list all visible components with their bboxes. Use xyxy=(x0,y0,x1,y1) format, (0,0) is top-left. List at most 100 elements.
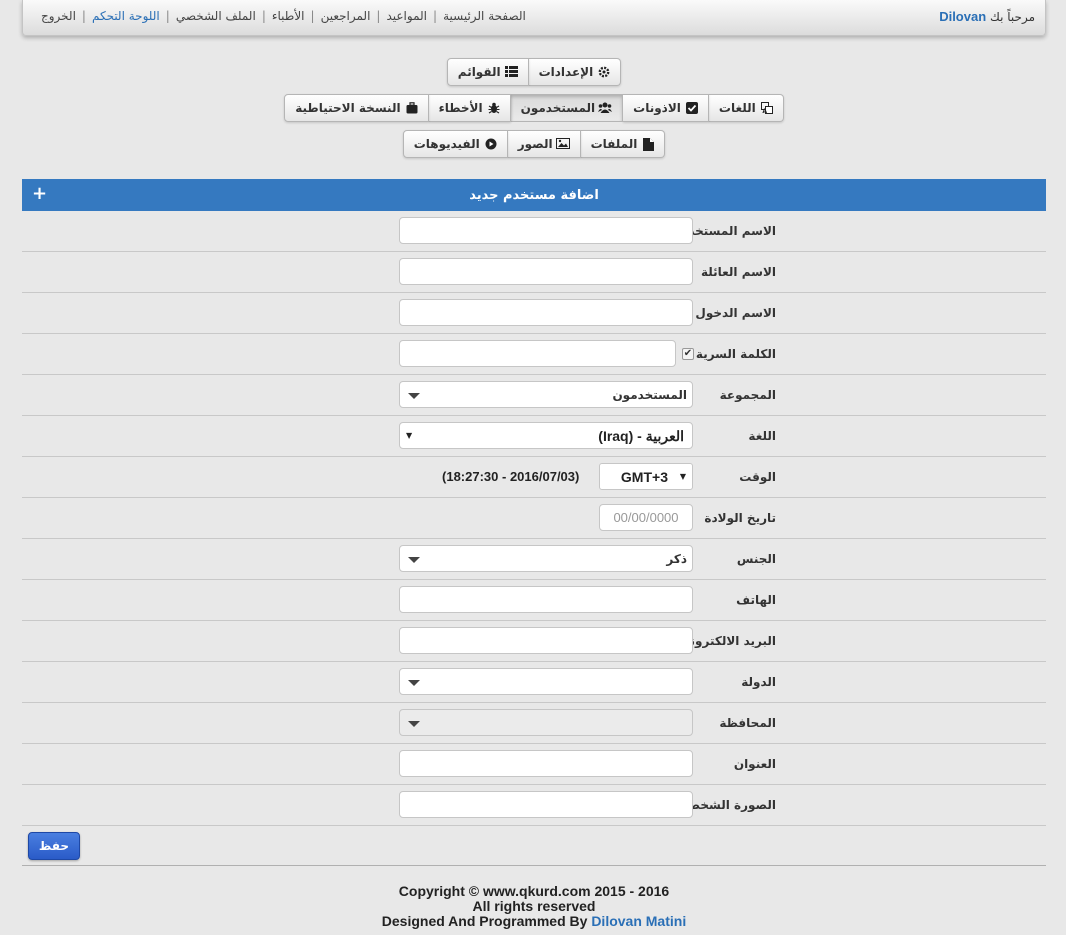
tab-videos-label: الفيديوهات xyxy=(413,137,480,151)
check-square-icon xyxy=(685,102,698,114)
tab-videos[interactable]: الفيديوهات xyxy=(402,130,508,158)
address-input[interactable] xyxy=(399,750,693,777)
gender-select[interactable]: ذكر xyxy=(399,545,693,572)
first-name-input[interactable] xyxy=(399,217,693,244)
tab-users[interactable]: المستخدمون xyxy=(510,94,624,122)
play-circle-icon xyxy=(485,138,497,150)
tab-row-3: الملفات الصور الفيديوهات xyxy=(22,130,1046,158)
row-address: العنوان xyxy=(22,744,1046,785)
nav-home[interactable]: الصفحة الرئيسية xyxy=(437,9,532,23)
tab-settings[interactable]: الإعدادات xyxy=(528,58,622,86)
email-label: البريد الالكتروني xyxy=(678,634,776,648)
caret-down-icon: ▼ xyxy=(679,472,686,481)
first-name-label: الاسم المستخدم xyxy=(679,224,776,238)
login-name-input[interactable] xyxy=(399,299,693,326)
tab-permissions[interactable]: الاذونات xyxy=(623,94,709,122)
file-icon xyxy=(642,138,654,151)
birthdate-label: تاريخ الولادة xyxy=(704,511,776,525)
tab-lists[interactable]: القوائم xyxy=(446,58,529,86)
users-icon xyxy=(598,102,613,114)
nav-control-panel[interactable]: اللوحة التحكم xyxy=(86,9,166,23)
tab-row-1: الإعدادات القوائم xyxy=(22,58,1046,86)
row-phone: الهاتف xyxy=(22,580,1046,621)
caret-down-icon xyxy=(408,557,420,563)
row-photo: الصورة الشخصية xyxy=(22,785,1046,826)
password-input[interactable] xyxy=(399,340,676,367)
tab-backup[interactable]: النسخة الاحتياطية xyxy=(284,94,429,122)
caret-down-icon xyxy=(408,721,420,727)
username-link[interactable]: Dilovan xyxy=(939,9,986,24)
row-country: الدولة xyxy=(22,662,1046,703)
row-login-name: الاسم الدخول xyxy=(22,293,1046,334)
tab-languages[interactable]: A اللغات xyxy=(708,94,784,122)
tab-errors[interactable]: الأخطاء xyxy=(428,94,511,122)
list-icon xyxy=(504,66,518,78)
nav-doctors[interactable]: الأطباء xyxy=(266,9,311,23)
nav-links: الصفحة الرئيسية | المواعيد | المراجعين |… xyxy=(35,9,532,23)
group-select-value: المستخدمون xyxy=(612,388,687,402)
gender-label: الجنس xyxy=(736,552,776,566)
rights-text: All rights reserved xyxy=(472,898,596,914)
tab-permissions-label: الاذونات xyxy=(633,101,681,115)
nav-separator: | xyxy=(433,9,438,23)
group-select[interactable]: المستخدمون xyxy=(399,381,693,408)
row-email: البريد الالكتروني xyxy=(22,621,1046,662)
password-label: الكلمة السرية xyxy=(695,347,776,361)
nav-appointments[interactable]: المواعيد xyxy=(380,9,433,23)
row-birthdate: تاريخ الولادة 00/00/0000 xyxy=(22,498,1046,539)
add-user-panel: اضافة مستخدم جديد + الاسم المستخدم الاسم… xyxy=(22,179,1046,866)
welcome-text: مرحباً بك Dilovan xyxy=(939,9,1035,24)
caret-down-icon: ▼ xyxy=(406,431,413,440)
plus-icon[interactable]: + xyxy=(32,185,47,203)
tab-group-1: الإعدادات القوائم xyxy=(446,58,622,86)
country-select[interactable] xyxy=(399,668,693,695)
login-name-label: الاسم الدخول xyxy=(695,306,776,320)
caret-down-icon xyxy=(408,393,420,399)
tab-lists-label: القوائم xyxy=(457,65,501,79)
nav-patients[interactable]: المراجعين xyxy=(315,9,377,23)
nav-separator: | xyxy=(81,9,86,23)
language-label: اللغة xyxy=(748,429,776,443)
row-province: المحافظة xyxy=(22,703,1046,744)
svg-text:A: A xyxy=(762,108,767,114)
province-select[interactable] xyxy=(399,709,693,736)
caret-down-icon xyxy=(408,680,420,686)
author-link[interactable]: Dilovan Matini xyxy=(591,913,686,929)
birthdate-input[interactable]: 00/00/0000 xyxy=(599,504,693,531)
nav-profile[interactable]: الملف الشخصي xyxy=(170,9,262,23)
timezone-value: GMT+3 xyxy=(620,469,668,485)
tab-backup-label: النسخة الاحتياطية xyxy=(295,101,401,115)
row-time: الوقت GMT+3 ▼ (2016/07/03 - 18:27:30) xyxy=(22,457,1046,498)
save-button[interactable]: حفظ xyxy=(28,832,80,860)
language-select[interactable]: العربية - (Iraq) ▼ xyxy=(399,422,693,449)
welcome-prefix: مرحباً بك xyxy=(989,10,1035,24)
footer: Copyright © www.qkurd.com 2015 - 2016 Al… xyxy=(22,884,1046,929)
group-label: المجموعة xyxy=(719,388,776,402)
tab-files[interactable]: الملفات xyxy=(580,130,666,158)
time-label: الوقت xyxy=(739,470,776,484)
nav-logout[interactable]: الخروج xyxy=(35,9,82,23)
show-password-checkbox[interactable]: ✔ xyxy=(682,348,694,360)
address-label: العنوان xyxy=(733,757,776,771)
timezone-select[interactable]: GMT+3 ▼ xyxy=(599,463,693,490)
tab-group-3: الملفات الصور الفيديوهات xyxy=(402,130,666,158)
row-last-name: الاسم العائلة xyxy=(22,252,1046,293)
phone-input[interactable] xyxy=(399,586,693,613)
last-name-input[interactable] xyxy=(399,258,693,285)
tab-errors-label: الأخطاء xyxy=(438,101,483,115)
tab-row-2: A اللغات الاذونات المستخدمون الأخطاء الن… xyxy=(22,94,1046,122)
gender-select-value: ذكر xyxy=(666,552,687,566)
panel-header: اضافة مستخدم جديد + xyxy=(22,179,1046,211)
nav-separator: | xyxy=(376,9,381,23)
email-input[interactable] xyxy=(399,627,693,654)
tab-images[interactable]: الصور xyxy=(507,130,581,158)
save-bar: حفظ xyxy=(22,826,1046,866)
panel-title: اضافة مستخدم جديد xyxy=(469,187,599,203)
language-select-value: العربية - (Iraq) xyxy=(598,428,684,444)
nav-separator: | xyxy=(261,9,266,23)
photo-input[interactable] xyxy=(399,791,693,818)
nav-separator: | xyxy=(165,9,170,23)
row-group: المجموعة المستخدمون xyxy=(22,375,1046,416)
image-icon xyxy=(555,138,570,150)
bug-icon xyxy=(488,102,500,114)
